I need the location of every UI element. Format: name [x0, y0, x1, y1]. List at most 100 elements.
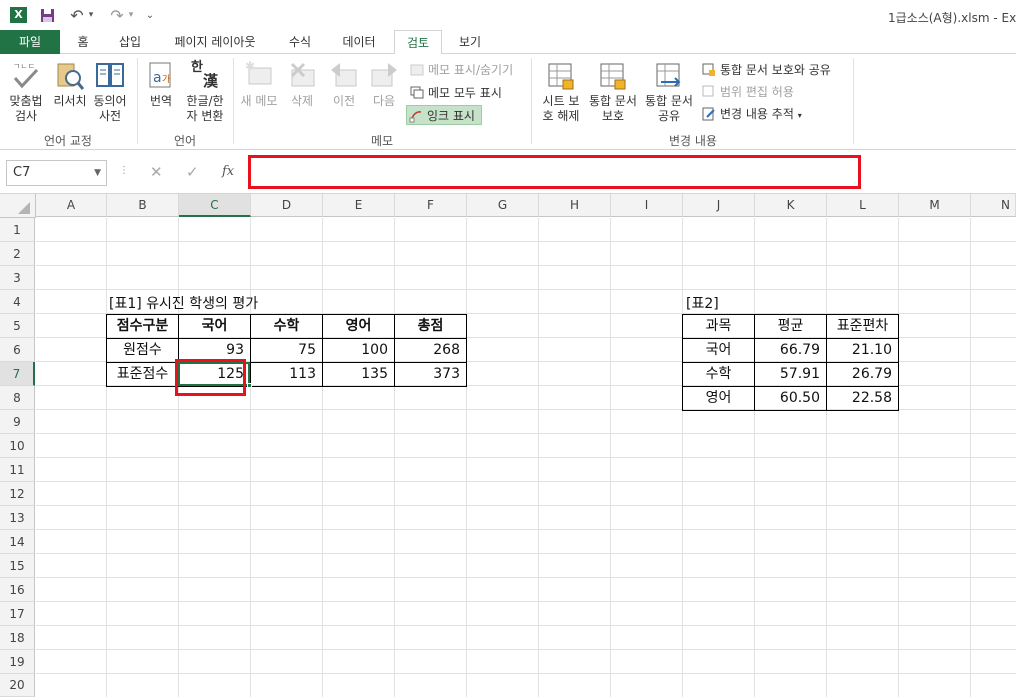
column-header-k[interactable]: K	[755, 194, 827, 217]
row-header-11[interactable]: 11	[0, 458, 35, 482]
row-header-12[interactable]: 12	[0, 482, 35, 506]
row-header-19[interactable]: 19	[0, 650, 35, 674]
column-header-h[interactable]: H	[539, 194, 611, 217]
table1-cell[interactable]: 135	[322, 362, 395, 387]
row-header-8[interactable]: 8	[0, 386, 35, 410]
table2-cell[interactable]: 22.58	[826, 386, 899, 411]
new-comment-button[interactable]: ✱ 새 메모	[236, 60, 282, 109]
column-header-m[interactable]: M	[899, 194, 971, 217]
hangul-hanja-button[interactable]: 한 漢 한글/한 자 변환	[182, 60, 228, 124]
name-box-dropdown-icon[interactable]: ▼	[94, 161, 101, 185]
row-header-16[interactable]: 16	[0, 578, 35, 602]
tab-review[interactable]: 검토	[394, 30, 442, 55]
table1-cell[interactable]: 268	[394, 338, 467, 363]
row-header-14[interactable]: 14	[0, 530, 35, 554]
row-header-18[interactable]: 18	[0, 626, 35, 650]
column-header-g[interactable]: G	[467, 194, 539, 217]
tab-insert[interactable]: 삽입	[108, 30, 152, 54]
table1-cell[interactable]: 113	[250, 362, 323, 387]
table2-header-cell[interactable]: 과목	[682, 314, 755, 339]
thesaurus-button[interactable]: 동의어 사전	[90, 60, 130, 124]
row-header-4[interactable]: 4	[0, 290, 35, 314]
enter-icon[interactable]: ✓	[186, 163, 199, 181]
delete-comment-button[interactable]: 삭제	[284, 60, 320, 109]
table2-cell[interactable]: 57.91	[754, 362, 827, 387]
translate-button[interactable]: a가 번역	[142, 60, 180, 109]
tab-view[interactable]: 보기	[448, 30, 492, 54]
row-header-10[interactable]: 10	[0, 434, 35, 458]
share-workbook-button[interactable]: 통합 문서 공유	[642, 60, 696, 124]
table1-title[interactable]: [표1] 유시진 학생의 평가	[109, 293, 258, 313]
formula-bar-grip-icon[interactable]: ⋮	[119, 165, 129, 176]
table2-header-cell[interactable]: 평균	[754, 314, 827, 339]
row-header-13[interactable]: 13	[0, 506, 35, 530]
table1-row-label[interactable]: 표준점수	[106, 362, 179, 387]
column-header-d[interactable]: D	[251, 194, 323, 217]
tab-data[interactable]: 데이터	[330, 30, 388, 54]
table1-header-cell[interactable]: 총점	[394, 314, 467, 339]
redo-dropdown-icon[interactable]: ▾	[126, 6, 136, 24]
table2-cell[interactable]: 60.50	[754, 386, 827, 411]
tab-page-layout[interactable]: 페이지 레이아웃	[160, 30, 270, 54]
formula-input[interactable]	[248, 155, 861, 189]
table1-cell[interactable]: 373	[394, 362, 467, 387]
save-icon[interactable]	[40, 8, 55, 23]
unprotect-sheet-button[interactable]: 시트 보 호 해제	[536, 60, 586, 124]
insert-function-icon[interactable]: fx	[222, 164, 234, 179]
table2-cell[interactable]: 21.10	[826, 338, 899, 363]
table2-row-label[interactable]: 영어	[682, 386, 755, 411]
table1-header-cell[interactable]: 점수구분	[106, 314, 179, 339]
undo-icon[interactable]: ↶	[68, 6, 86, 25]
cancel-icon[interactable]: ✕	[150, 163, 163, 181]
table2-title[interactable]: [표2]	[686, 293, 719, 313]
column-header-b[interactable]: B	[107, 194, 179, 217]
protect-share-button[interactable]: 통합 문서 보호와 공유	[700, 60, 831, 80]
row-header-7[interactable]: 7	[0, 362, 35, 386]
customize-qat-icon[interactable]: ⌄	[145, 6, 155, 24]
protect-workbook-button[interactable]: 통합 문서 보호	[586, 60, 640, 124]
table2-cell[interactable]: 66.79	[754, 338, 827, 363]
fill-handle[interactable]	[247, 383, 252, 388]
show-hide-comment-button[interactable]: 메모 표시/숨기기	[408, 60, 513, 80]
row-header-1[interactable]: 1	[0, 218, 35, 242]
show-ink-button[interactable]: 잉크 표시	[406, 105, 482, 125]
column-header-l[interactable]: L	[827, 194, 899, 217]
column-header-i[interactable]: I	[611, 194, 683, 217]
table1-header-cell[interactable]: 영어	[322, 314, 395, 339]
tab-file[interactable]: 파일	[0, 30, 60, 54]
previous-comment-button[interactable]: 이전	[326, 60, 362, 109]
table1-row-label[interactable]: 원점수	[106, 338, 179, 363]
column-header-a[interactable]: A	[36, 194, 107, 217]
column-header-f[interactable]: F	[395, 194, 467, 217]
row-header-5[interactable]: 5	[0, 314, 35, 338]
row-header-20[interactable]: 20	[0, 674, 35, 697]
tab-home[interactable]: 홈	[66, 30, 100, 54]
spelling-button[interactable]: ㄱㄴㄷ 맞춤법 검사	[4, 60, 48, 124]
tab-formulas[interactable]: 수식	[278, 30, 322, 54]
table1-cell[interactable]: 75	[250, 338, 323, 363]
row-header-17[interactable]: 17	[0, 602, 35, 626]
select-all-corner[interactable]	[0, 194, 36, 218]
name-box[interactable]: C7 ▼	[6, 160, 107, 186]
column-header-j[interactable]: J	[683, 194, 755, 217]
undo-dropdown-icon[interactable]: ▾	[86, 6, 96, 24]
show-all-comments-button[interactable]: 메모 모두 표시	[408, 83, 502, 103]
row-header-2[interactable]: 2	[0, 242, 35, 266]
table1-header-cell[interactable]: 수학	[250, 314, 323, 339]
column-header-e[interactable]: E	[323, 194, 395, 217]
row-header-6[interactable]: 6	[0, 338, 35, 362]
table2-row-label[interactable]: 국어	[682, 338, 755, 363]
table2-header-cell[interactable]: 표준편차	[826, 314, 899, 339]
row-header-9[interactable]: 9	[0, 410, 35, 434]
table2-row-label[interactable]: 수학	[682, 362, 755, 387]
row-header-15[interactable]: 15	[0, 554, 35, 578]
research-button[interactable]: 리서치	[50, 60, 90, 109]
table2-cell[interactable]: 26.79	[826, 362, 899, 387]
track-changes-button[interactable]: 변경 내용 추적 ▾	[700, 104, 802, 124]
redo-icon[interactable]: ↷	[108, 6, 126, 25]
allow-edit-ranges-button[interactable]: 범위 편집 허용	[700, 82, 794, 102]
column-header-c[interactable]: C	[179, 194, 251, 217]
next-comment-button[interactable]: 다음	[366, 60, 402, 109]
row-header-3[interactable]: 3	[0, 266, 35, 290]
table1-cell[interactable]: 100	[322, 338, 395, 363]
